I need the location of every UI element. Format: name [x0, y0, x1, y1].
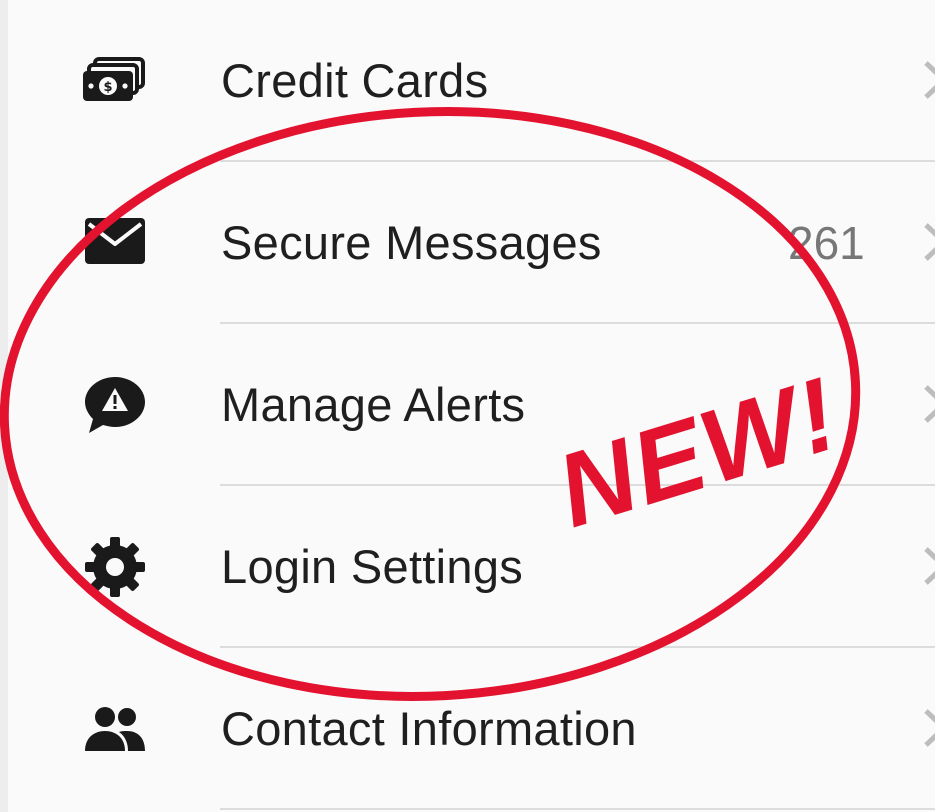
menu-item-label: Credit Cards	[221, 54, 489, 107]
chevron-right-icon	[920, 379, 935, 429]
gear-icon	[83, 535, 147, 599]
menu-item-label: Contact Information	[221, 702, 637, 755]
svg-text:$: $	[103, 80, 112, 95]
people-icon	[83, 697, 147, 761]
chevron-right-icon	[920, 55, 935, 105]
envelope-icon	[83, 211, 147, 275]
menu-item-label: Login Settings	[221, 540, 524, 593]
chevron-right-icon	[920, 217, 935, 267]
menu-item-label: Secure Messages	[221, 216, 602, 269]
chevron-right-icon	[920, 703, 935, 753]
menu-item-manage-alerts[interactable]: Manage Alerts	[0, 324, 935, 486]
chevron-right-icon	[920, 541, 935, 591]
menu-item-login-settings[interactable]: Login Settings	[0, 486, 935, 648]
menu-item-credit-cards[interactable]: $ Credit Cards	[0, 0, 935, 162]
menu-item-secure-messages[interactable]: Secure Messages 261	[0, 162, 935, 324]
credit-cards-icon: $	[83, 49, 147, 113]
row-divider	[220, 808, 935, 810]
menu-item-label: Manage Alerts	[221, 378, 526, 431]
menu-item-contact-information[interactable]: Contact Information	[0, 648, 935, 810]
message-count-badge: 261	[788, 217, 865, 269]
settings-menu-list: $ Credit Cards Secure Messages 261 Manag…	[0, 0, 935, 812]
alert-bubble-icon	[83, 373, 147, 437]
